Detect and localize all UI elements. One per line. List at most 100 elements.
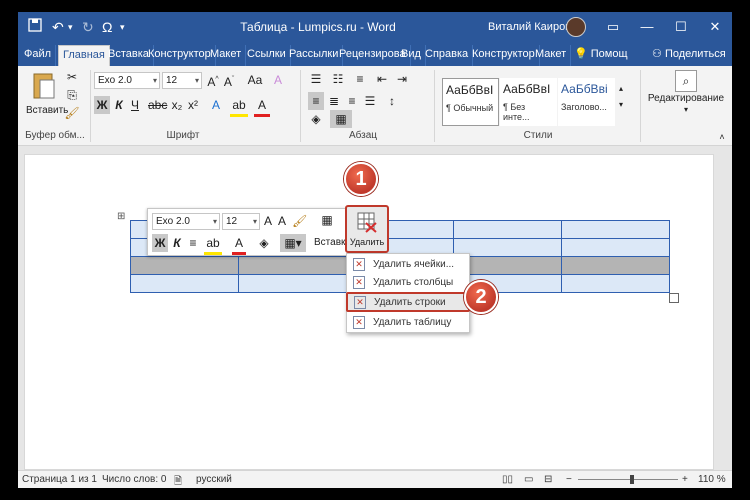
read-mode-icon[interactable]: ▯▯ (502, 474, 513, 485)
share-button[interactable]: ⚇ Поделиться (648, 45, 730, 66)
minimize-button[interactable]: — (632, 16, 662, 38)
shrink-font-icon[interactable]: A (276, 212, 288, 230)
numbering-icon[interactable]: ☷ (330, 70, 346, 88)
zoom-level[interactable]: 110 % (698, 474, 726, 485)
highlight-icon[interactable]: ab (204, 234, 222, 255)
font-name-select[interactable]: Exo 2.0 ▾ (94, 72, 160, 89)
zoom-slider-thumb[interactable] (630, 475, 634, 484)
ribbon-options-icon[interactable]: ▭ (598, 16, 628, 38)
justify-icon[interactable]: ☰ (362, 92, 378, 110)
menu-item-delete-table[interactable]: ✕ Удалить таблицу (347, 314, 469, 332)
bold-button[interactable]: Ж (94, 96, 110, 114)
style-no-spacing[interactable]: АаБбВвI ¶ Без инте... (500, 78, 557, 126)
page-count[interactable]: Страница 1 из 1 (22, 474, 97, 485)
table-cell[interactable] (561, 274, 670, 293)
table-resize-handle[interactable] (669, 293, 679, 303)
change-case-icon[interactable]: Aa (246, 71, 264, 89)
menu-item-delete-cells[interactable]: ✕ Удалить ячейки... (347, 256, 469, 274)
cut-icon[interactable]: ✂ (64, 68, 80, 86)
tab-file[interactable]: Файл (20, 45, 57, 66)
borders-icon[interactable]: ▦ (330, 110, 352, 128)
grow-font-icon[interactable]: A (262, 212, 274, 230)
styles-scroll-down-icon[interactable]: ▾ (616, 96, 626, 114)
text-effects-icon[interactable]: A (208, 96, 224, 114)
italic-button[interactable]: К (170, 234, 184, 252)
zoom-in-icon[interactable]: + (682, 474, 688, 485)
table-cell[interactable] (453, 238, 563, 257)
table-cell[interactable] (561, 220, 670, 239)
clear-formatting-icon[interactable]: A (270, 71, 286, 89)
zoom-out-icon[interactable]: − (566, 474, 572, 485)
tab-design[interactable]: Конструктор (144, 45, 216, 66)
shading-icon[interactable]: ◈ (308, 110, 324, 128)
menu-item-delete-columns[interactable]: ✕ Удалить столбцы (347, 274, 469, 292)
tab-help[interactable]: Справка (421, 45, 474, 66)
highlight-icon[interactable]: ab (230, 96, 248, 117)
maximize-button[interactable]: ☐ (666, 16, 696, 38)
grow-font-icon[interactable]: A^ (206, 71, 220, 91)
web-layout-icon[interactable]: ⊟ (544, 474, 552, 485)
mini-font-size-select[interactable]: 12 ▾ (222, 213, 260, 230)
bullets-icon[interactable]: ☰ (308, 70, 324, 88)
tab-references[interactable]: Ссылки (243, 45, 291, 66)
customize-qat-icon[interactable]: ▾ (120, 18, 125, 36)
table-cell[interactable] (453, 256, 563, 275)
table-move-handle-icon[interactable]: ⊞ (117, 211, 125, 222)
style-heading[interactable]: АаБбВві Заголово... (558, 78, 615, 126)
borders-icon[interactable]: ▦▾ (280, 234, 306, 252)
align-icon[interactable]: ≡ (186, 234, 200, 252)
symbol-button[interactable]: Ω (102, 18, 112, 36)
save-icon[interactable] (28, 18, 42, 36)
proofing-icon[interactable]: 🗎 (174, 474, 182, 488)
avatar[interactable] (566, 17, 586, 37)
mini-font-name-select[interactable]: Exo 2.0 ▾ (152, 213, 220, 230)
table-cell[interactable] (561, 238, 670, 257)
superscript-icon[interactable]: x² (186, 96, 200, 114)
insert-label[interactable]: Вставк (314, 237, 345, 248)
user-name[interactable]: Виталий Каиров (488, 21, 571, 33)
table-cell[interactable] (237, 274, 347, 293)
table-cell[interactable] (561, 256, 670, 275)
print-layout-icon[interactable]: ▭ (524, 474, 533, 485)
editing-button[interactable]: ⌕ Редактирование ▾ (646, 70, 726, 114)
redo-icon[interactable]: ↻ (82, 18, 94, 36)
tell-me-button[interactable]: 💡 Помощ (570, 45, 632, 66)
table-cell[interactable] (130, 256, 239, 275)
copy-icon[interactable]: ⎘ (64, 86, 80, 104)
subscript-icon[interactable]: x₂ (170, 96, 184, 114)
table-cell[interactable] (130, 274, 239, 293)
insert-table-icon[interactable]: ▦ (316, 211, 338, 229)
italic-button[interactable]: К (112, 96, 126, 114)
format-painter-icon[interactable]: 🖌 (64, 104, 80, 122)
undo-dropdown-icon[interactable]: ▾ (68, 18, 73, 36)
underline-button[interactable]: Ч (128, 96, 142, 114)
collapse-ribbon-icon[interactable]: ˄ (716, 128, 728, 146)
bold-button[interactable]: Ж (152, 234, 168, 252)
delete-table-button[interactable]: Удалить (345, 205, 389, 253)
shading-icon[interactable]: ◈ (256, 234, 272, 252)
shrink-font-icon[interactable]: Aˇ (222, 71, 236, 91)
font-color-icon[interactable]: A (232, 234, 246, 255)
increase-indent-icon[interactable]: ⇥ (394, 70, 410, 88)
strikethrough-icon[interactable]: abc (148, 96, 167, 114)
style-normal[interactable]: АаБбВвI ¶ Обычный (442, 78, 499, 126)
decrease-indent-icon[interactable]: ⇤ (374, 70, 390, 88)
document-page[interactable]: ⊞ Exo 2.0 ▾ 12 ▾ A A 🖌 ▦ Ж К ≡ ab A ◈ ▦▾… (24, 154, 714, 470)
align-center-icon[interactable]: ≣ (326, 92, 342, 110)
paste-button[interactable]: Вставить (26, 70, 68, 117)
menu-item-delete-rows[interactable]: ✕ Удалить строки (346, 292, 470, 312)
multilevel-list-icon[interactable]: ≡ (352, 70, 368, 88)
format-painter-icon[interactable]: 🖌 (292, 212, 307, 230)
font-color-icon[interactable]: A (254, 96, 270, 117)
undo-icon[interactable]: ↶ (52, 18, 64, 36)
align-left-icon[interactable]: ≡ (308, 92, 324, 110)
table-cell[interactable] (453, 220, 563, 239)
word-count[interactable]: Число слов: 0 (102, 474, 166, 485)
align-right-icon[interactable]: ≡ (344, 92, 360, 110)
tab-home[interactable]: Главная (58, 45, 110, 66)
font-size-select[interactable]: 12 ▾ (162, 72, 202, 89)
tab-table-design[interactable]: Конструктор (468, 45, 540, 66)
tab-layout[interactable]: Макет (206, 45, 247, 66)
tab-table-layout[interactable]: Макет (531, 45, 572, 66)
line-spacing-icon[interactable]: ↕ (384, 92, 400, 110)
